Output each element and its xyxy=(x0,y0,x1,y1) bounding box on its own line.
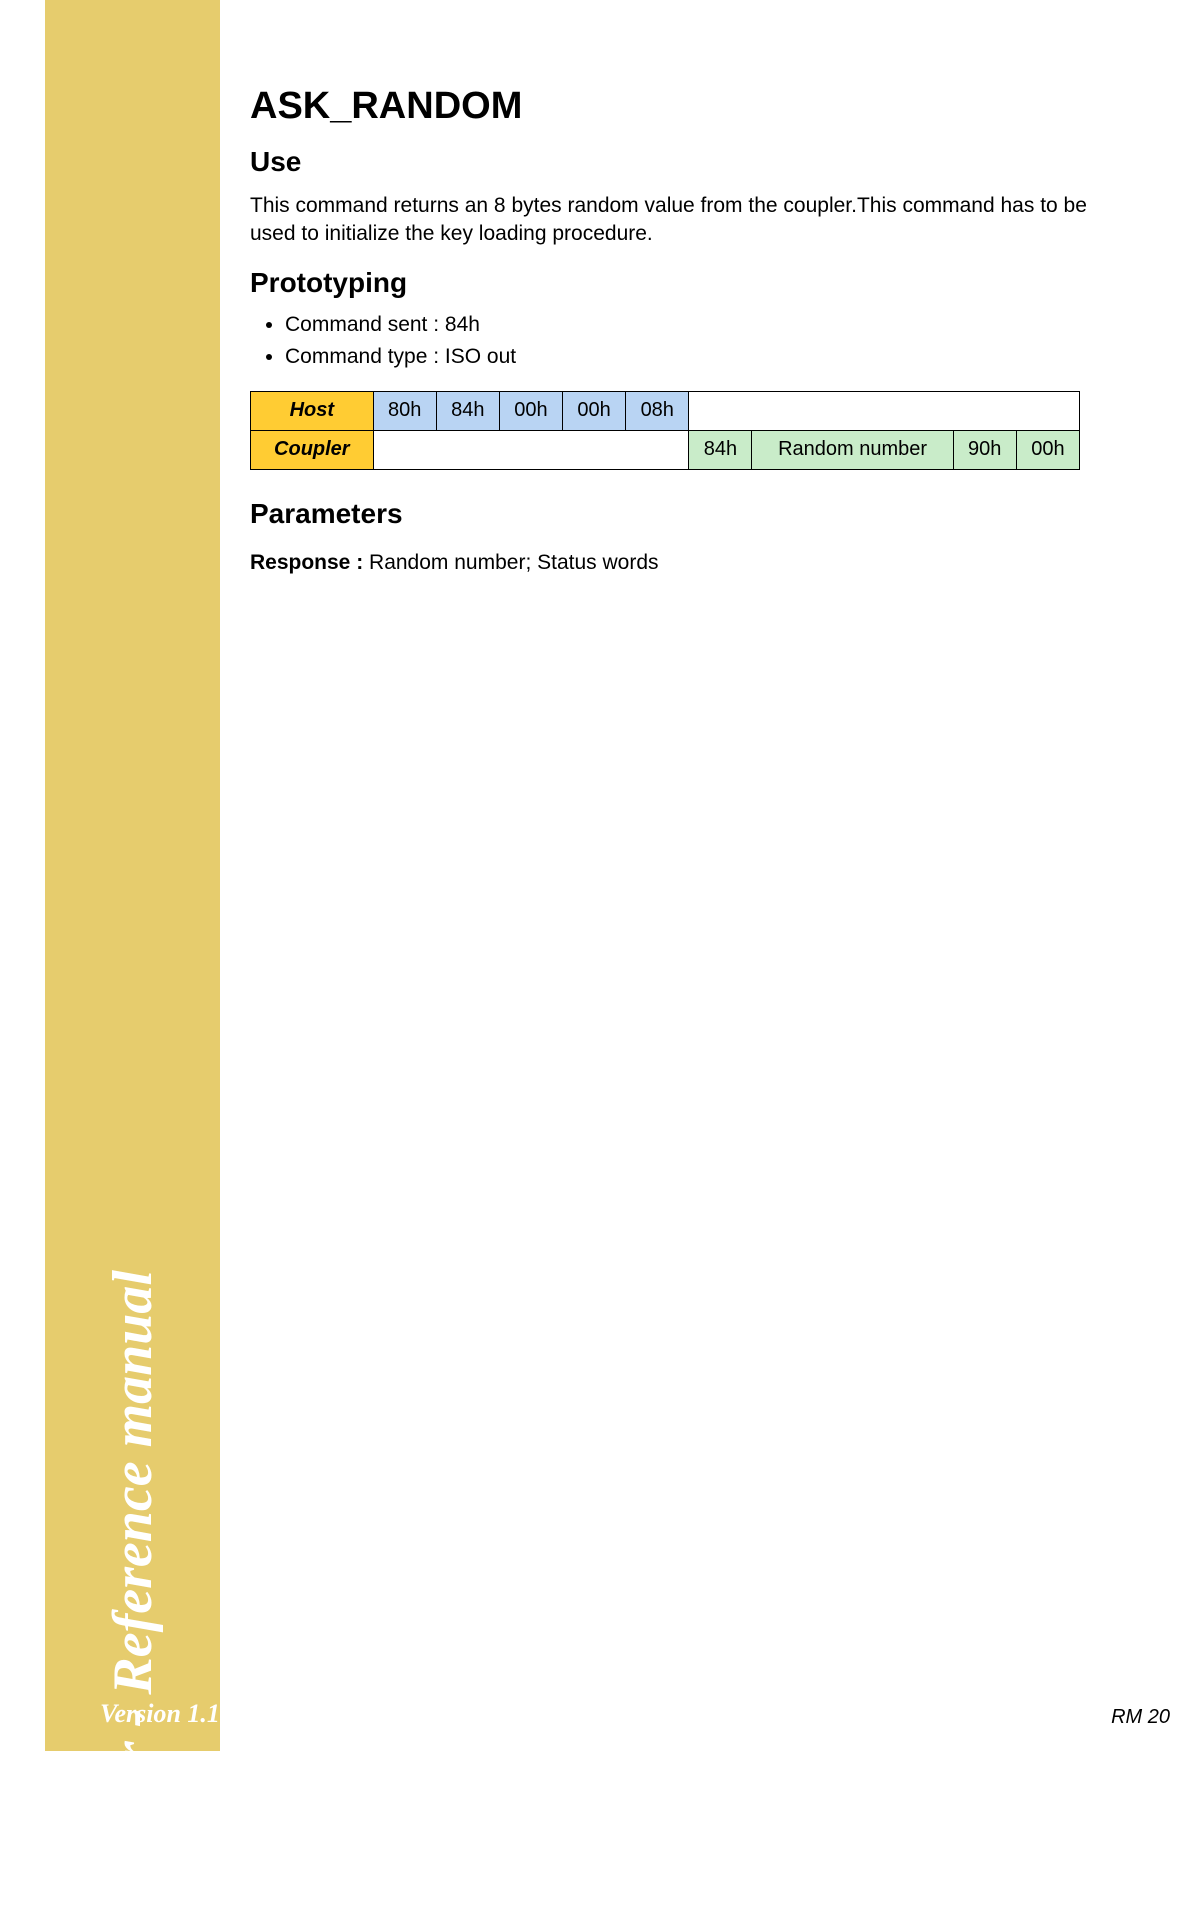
response-label: Response : xyxy=(250,551,369,574)
coupler-label-cell: Coupler xyxy=(251,430,374,469)
version-label: Version 1.1 xyxy=(100,1699,220,1729)
host-cell: 80h xyxy=(373,391,436,430)
proto-table: Host 80h 84h 00h 00h 08h Coupler 84h Ran… xyxy=(250,391,1080,470)
host-cell: 00h xyxy=(499,391,562,430)
coupler-empty xyxy=(373,430,689,469)
content-area: ASK_RANDOM Use This command returns an 8… xyxy=(250,85,1120,596)
proto-bullets: Command sent : 84h Command type : ISO ou… xyxy=(285,313,1120,369)
host-cell: 00h xyxy=(563,391,626,430)
page-title: ASK_RANDOM xyxy=(250,85,1120,128)
host-empty xyxy=(689,391,1080,430)
coupler-cell: 84h xyxy=(689,430,752,469)
coupler-cell: 00h xyxy=(1016,430,1079,469)
proto-bullet-1: Command sent : 84h xyxy=(285,313,1120,337)
proto-bullet-2: Command type : ISO out xyxy=(285,345,1120,369)
section-use-heading: Use xyxy=(250,146,1120,178)
sidebar: Coupler - Reference manual Version 1.1 xyxy=(45,0,220,1751)
section-params-heading: Parameters xyxy=(250,498,1120,530)
response-text: Random number; Status words xyxy=(369,551,658,574)
table-row-host: Host 80h 84h 00h 00h 08h xyxy=(251,391,1080,430)
coupler-cell: 90h xyxy=(953,430,1016,469)
section-proto-heading: Prototyping xyxy=(250,267,1120,299)
sidebar-title: Coupler - Reference manual xyxy=(101,1270,165,1928)
table-row-coupler: Coupler 84h Random number 90h 00h xyxy=(251,430,1080,469)
use-text: This command returns an 8 bytes random v… xyxy=(250,192,1120,249)
response-line: Response : Random number; Status words xyxy=(250,551,1120,575)
host-label-cell: Host xyxy=(251,391,374,430)
coupler-cell: Random number xyxy=(752,430,953,469)
host-cell: 08h xyxy=(626,391,689,430)
page-number: RM 20 xyxy=(1111,1706,1170,1729)
host-cell: 84h xyxy=(436,391,499,430)
